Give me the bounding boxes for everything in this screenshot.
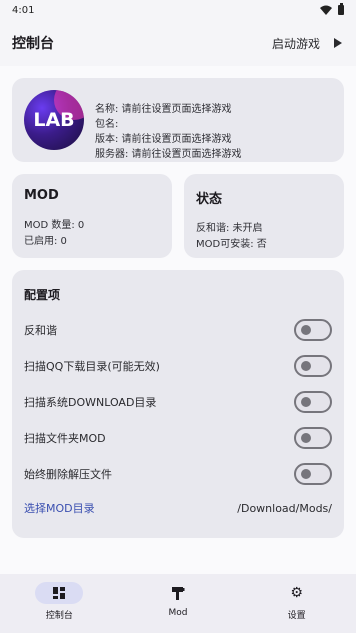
config-label: 扫描QQ下载目录(可能无效)	[24, 360, 160, 373]
toggle-knob	[301, 397, 311, 407]
config-card: 配置项 反和谐 扫描QQ下载目录(可能无效) 扫描系统DOWNLOAD目录 扫描…	[12, 270, 344, 538]
gear-icon: ⚙	[290, 585, 303, 601]
dashboard-icon	[53, 587, 66, 599]
status-card-title: 状态	[196, 192, 223, 207]
select-mod-dir-link[interactable]: 选择MOD目录	[24, 500, 95, 516]
config-row-scan-download: 扫描系统DOWNLOAD目录	[24, 388, 332, 416]
nav-icon-wrap: ⚙	[273, 582, 321, 604]
config-row-anti-harmony: 反和谐	[24, 316, 332, 344]
main-content: LAB 名称: 请前往设置页面选择游戏 包名: 版本: 请前往设置页面选择游戏 …	[0, 66, 356, 574]
status-icons	[320, 3, 344, 15]
config-row-delete-extracted: 始终删除解压文件	[24, 460, 332, 488]
status-time: 4:01	[12, 4, 35, 16]
app-logo: LAB	[24, 90, 84, 150]
page-title: 控制台	[12, 36, 54, 52]
mod-enabled: 已启用: 0	[24, 236, 67, 247]
game-info-lines: 名称: 请前往设置页面选择游戏 包名: 版本: 请前往设置页面选择游戏 服务器:…	[95, 102, 242, 162]
info-server: 服务器: 请前往设置页面选择游戏	[95, 149, 242, 160]
hammer-icon	[171, 587, 185, 600]
mod-dir-row: 选择MOD目录 /Download/Mods/	[24, 498, 332, 518]
info-package: 包名:	[95, 119, 119, 130]
nav-label: 控制台	[45, 611, 73, 621]
scan-folder-toggle[interactable]	[294, 427, 332, 449]
play-icon	[334, 38, 342, 48]
nav-item-console[interactable]: 控制台	[9, 582, 109, 621]
status-bar: 4:01	[0, 0, 356, 20]
config-label: 扫描文件夹MOD	[24, 432, 106, 445]
config-label: 扫描系统DOWNLOAD目录	[24, 396, 157, 409]
toggle-knob	[301, 325, 311, 335]
config-row-scan-qq: 扫描QQ下载目录(可能无效)	[24, 352, 332, 380]
bottom-nav: 控制台 Mod ⚙ 设置	[0, 574, 356, 633]
nav-label: 设置	[287, 611, 306, 621]
config-label: 始终删除解压文件	[24, 468, 112, 481]
scan-download-toggle[interactable]	[294, 391, 332, 413]
mod-summary-card: MOD MOD 数量: 0 已启用: 0	[12, 174, 172, 258]
launch-game-button[interactable]: 启动游戏	[272, 35, 344, 52]
mod-dir-path: /Download/Mods/	[237, 501, 332, 515]
mod-count: MOD 数量: 0	[24, 220, 85, 231]
delete-extracted-toggle[interactable]	[294, 463, 332, 485]
mod-card-title: MOD	[24, 188, 59, 203]
game-info-card: LAB 名称: 请前往设置页面选择游戏 包名: 版本: 请前往设置页面选择游戏 …	[12, 78, 344, 162]
config-title: 配置项	[24, 288, 61, 302]
mod-installable-status: MOD可安装: 否	[196, 239, 267, 250]
wifi-icon	[320, 5, 332, 15]
nav-label: Mod	[168, 608, 188, 618]
config-label: 反和谐	[24, 324, 57, 337]
info-version: 版本: 请前往设置页面选择游戏	[95, 134, 232, 145]
nav-icon-wrap	[154, 582, 202, 604]
status-card: 状态 反和谐: 未开启 MOD可安装: 否	[184, 174, 344, 258]
nav-item-settings[interactable]: ⚙ 设置	[247, 582, 347, 621]
launch-game-label: 启动游戏	[271, 36, 320, 51]
toggle-knob	[301, 469, 311, 479]
nav-indicator	[35, 582, 84, 604]
toggle-knob	[301, 433, 311, 443]
nav-item-mod[interactable]: Mod	[128, 582, 228, 618]
anti-harmony-toggle[interactable]	[294, 319, 332, 341]
anti-harmony-status: 反和谐: 未开启	[196, 223, 263, 234]
info-name: 名称: 请前往设置页面选择游戏	[95, 104, 232, 115]
app-bar: 控制台 启动游戏	[0, 20, 356, 66]
toggle-knob	[301, 361, 311, 371]
battery-icon	[338, 3, 344, 15]
logo-text: LAB	[33, 109, 75, 131]
config-row-scan-folder: 扫描文件夹MOD	[24, 424, 332, 452]
scan-qq-toggle[interactable]	[294, 355, 332, 377]
